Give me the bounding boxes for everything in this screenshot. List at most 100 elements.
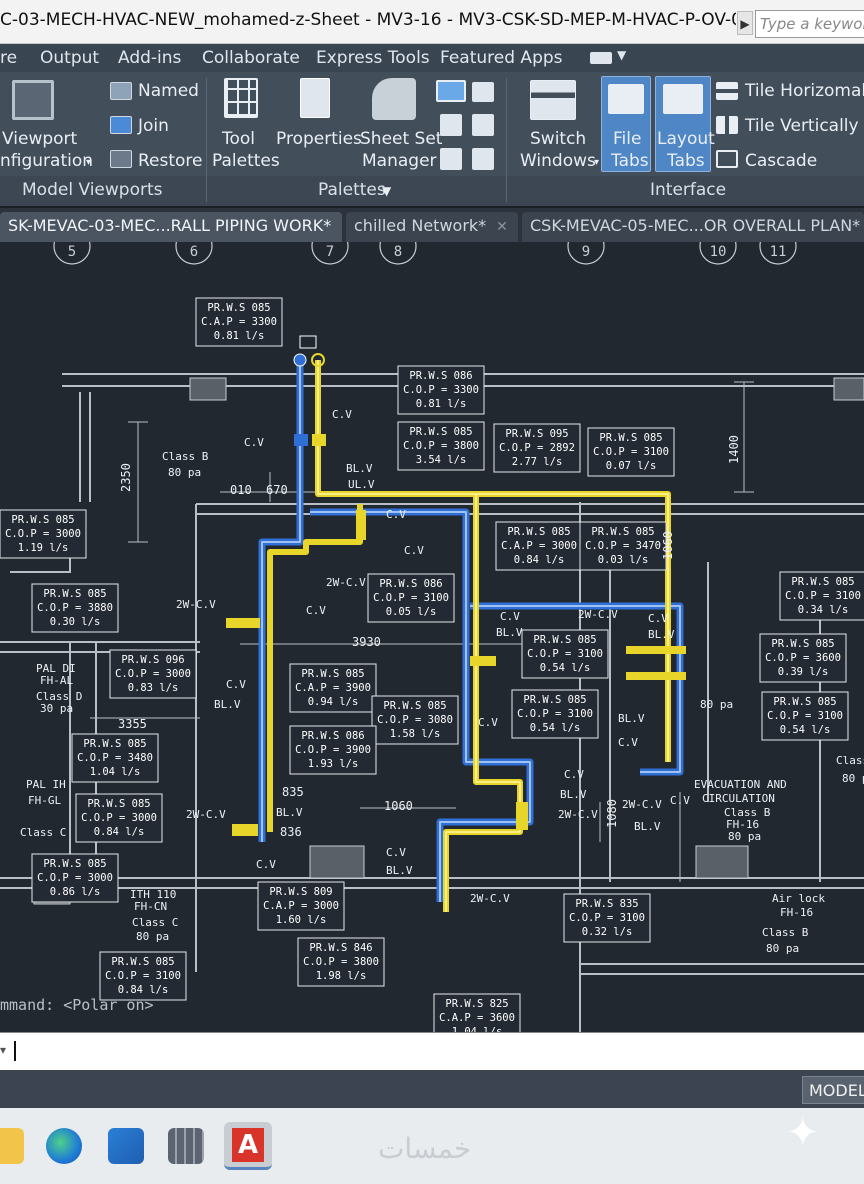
file-explorer-icon[interactable]: [0, 1128, 24, 1164]
calculator-icon[interactable]: [168, 1128, 204, 1164]
flow-tag-line: C.O.P = 3000: [37, 872, 113, 884]
switch-windows-label: Windows: [520, 151, 596, 171]
tab-output[interactable]: Output: [40, 48, 99, 68]
flow-tag-line: PR.W.S 085: [301, 668, 364, 680]
flow-tag-line: PR.W.S 825: [445, 998, 508, 1010]
file-tab-chilled-network[interactable]: chilled Network* ✕: [346, 212, 518, 242]
twcv-label: 2W-C.V: [186, 808, 226, 821]
flow-tag-line: 0.81 l/s: [416, 398, 467, 410]
section-marker: [299, 335, 317, 349]
properties-button[interactable]: Properties: [276, 128, 362, 150]
watermark-text: خمسات: [378, 1132, 472, 1165]
valve-fitting: [294, 434, 308, 446]
flow-tag-line: 1.19 l/s: [18, 542, 69, 554]
flow-tag-line: PR.W.S 085: [87, 798, 150, 810]
room-label: Class: [836, 754, 864, 767]
palette-small-icon-5[interactable]: [440, 148, 462, 170]
title-bar: C-03-MECH-HVAC-NEW_mohamed-z-Sheet - MV3…: [0, 0, 864, 44]
named-viewports-button[interactable]: Named: [138, 80, 199, 102]
tab-add-ins[interactable]: Add-ins: [118, 48, 181, 68]
tool-palettes-button[interactable]: Tool: [222, 128, 255, 150]
microsoft-store-icon[interactable]: [108, 1128, 144, 1164]
edge-browser-icon[interactable]: [46, 1128, 82, 1164]
tile-horizontally-button[interactable]: Tile Horizomally: [745, 80, 864, 102]
flow-tag-line: 0.84 l/s: [94, 826, 145, 838]
dimension-label: 1080: [605, 799, 619, 828]
room-label: FH-16: [780, 906, 813, 919]
flow-tag-line: PR.W.S 085: [523, 694, 586, 706]
palette-small-icon-3[interactable]: [440, 114, 462, 136]
flow-tag-line: 2.77 l/s: [512, 456, 563, 468]
close-icon[interactable]: ✕: [341, 219, 342, 235]
viewport-dropdown-icon[interactable]: ▾: [86, 152, 91, 174]
flow-tag-line: PR.W.S 085: [111, 956, 174, 968]
palette-small-icon-1[interactable]: [436, 80, 466, 102]
model-tab[interactable]: MODEL: [802, 1076, 864, 1104]
flow-tag-line: PR.W.S 086: [409, 370, 472, 382]
tab-collaborate[interactable]: Collaborate: [202, 48, 300, 68]
flow-tag: PR.W.S 095 C.O.P = 2892 2.77 l/s: [493, 423, 581, 473]
blv-label: BL.V: [648, 628, 675, 641]
file-tab-label: CSK-MEVAC-05-MEC...OR OVERALL PLAN*: [530, 216, 861, 235]
cv-label: C.V: [478, 716, 498, 729]
command-line[interactable]: ▾: [0, 1032, 864, 1070]
grid-bubble-label: 6: [190, 244, 198, 260]
flow-tag-line: 0.07 l/s: [606, 460, 657, 472]
close-icon[interactable]: ✕: [496, 219, 508, 235]
drawing-canvas[interactable]: 5 6 7 8 9 10 11 PR.W.S 085 C.A.P = 3300 …: [0, 242, 864, 1032]
keyword-search-input[interactable]: Type a keyword: [755, 10, 864, 38]
palette-small-icon-6[interactable]: [472, 148, 494, 170]
file-tab-label: chilled Network*: [354, 216, 487, 235]
file-tabs-icon: [608, 84, 644, 114]
flow-tag-line: C.O.P = 3000: [115, 668, 191, 680]
switch-windows-button[interactable]: Switch: [530, 128, 586, 150]
palettes-dropdown-icon[interactable]: ▼: [382, 180, 391, 202]
tab-featured-apps[interactable]: Featured Apps: [440, 48, 563, 68]
tab-re[interactable]: re: [0, 48, 17, 68]
floor-plan-drawing[interactable]: 5 6 7 8 9 10 11 PR.W.S 085C.A.P = 33000.…: [0, 242, 864, 1032]
room-label: FH-CN: [134, 900, 167, 913]
flow-tag-line: C.O.P = 3880: [37, 602, 113, 614]
dimension-label: 3930: [352, 635, 381, 649]
command-history-line: mmand: <Polar on>: [0, 996, 154, 1014]
command-history-dropdown-icon[interactable]: ▾: [0, 1043, 6, 1057]
blv-label: BL.V: [496, 626, 523, 639]
named-viewports-icon: [110, 82, 132, 100]
flow-tag: PR.W.S 085 C.A.P = 3900 0.94 l/s: [289, 663, 377, 713]
flow-tag-line: 0.86 l/s: [50, 886, 101, 898]
flow-tag-line: C.O.P = 3300: [403, 384, 479, 396]
flow-tag-line: 0.54 l/s: [540, 662, 591, 674]
switch-windows-dropdown-icon[interactable]: ▾: [594, 152, 599, 174]
autocad-taskbar-button[interactable]: A: [224, 1122, 272, 1170]
flow-tag-line: C.O.P = 3470: [585, 540, 661, 552]
restore-viewports-button[interactable]: Restore: [138, 150, 203, 172]
flow-tag-line: C.O.P = 3600: [765, 652, 841, 664]
tab-express-tools[interactable]: Express Tools: [316, 48, 430, 68]
flow-tag-line: 1.04 l/s: [90, 766, 141, 778]
ribbon-tab-bar: re Output Add-ins Collaborate Express To…: [0, 44, 864, 72]
file-tab-overall-plan[interactable]: CSK-MEVAC-05-MEC...OR OVERALL PLAN*✕: [522, 212, 864, 242]
chevron-down-icon[interactable]: ▼: [617, 48, 626, 62]
palette-small-icon-2[interactable]: [472, 82, 494, 102]
tile-vertically-button[interactable]: Tile Vertically: [745, 115, 859, 137]
flow-tag-line: C.A.P = 3000: [263, 900, 339, 912]
flow-tag: PR.W.S 835 C.O.P = 3100 0.32 l/s: [563, 893, 651, 943]
title-overflow-arrow-icon[interactable]: ▶: [737, 11, 753, 35]
file-tab-piping-work[interactable]: SK-MEVAC-03-MEC...RALL PIPING WORK* ✕: [0, 212, 342, 242]
viewport-configuration-button[interactable]: Viewport: [2, 128, 77, 150]
join-viewports-button[interactable]: Join: [138, 115, 169, 137]
flow-tag-line: 0.30 l/s: [50, 616, 101, 628]
panel-label-palettes: Palettes: [318, 180, 386, 200]
status-bar: MODEL: [0, 1070, 864, 1108]
flow-tag-line: C.O.P = 3800: [403, 440, 479, 452]
grid-bubble-label: 7: [326, 244, 334, 260]
flow-tag-line: C.O.P = 3900: [295, 744, 371, 756]
ribbon-panel: Viewport nfiguration ▾ Named Join Restor…: [0, 72, 864, 206]
ribbon-minimize-icon[interactable]: [590, 52, 612, 64]
cv-label: C.V: [306, 604, 326, 617]
cascade-button[interactable]: Cascade: [745, 150, 817, 172]
room-label: PAL IH: [26, 778, 66, 791]
flow-tag: PR.W.S 846 C.O.P = 3800 1.98 l/s: [297, 937, 385, 987]
palette-small-icon-4[interactable]: [472, 114, 494, 136]
sheet-set-manager-button[interactable]: Sheet Set: [360, 128, 442, 150]
